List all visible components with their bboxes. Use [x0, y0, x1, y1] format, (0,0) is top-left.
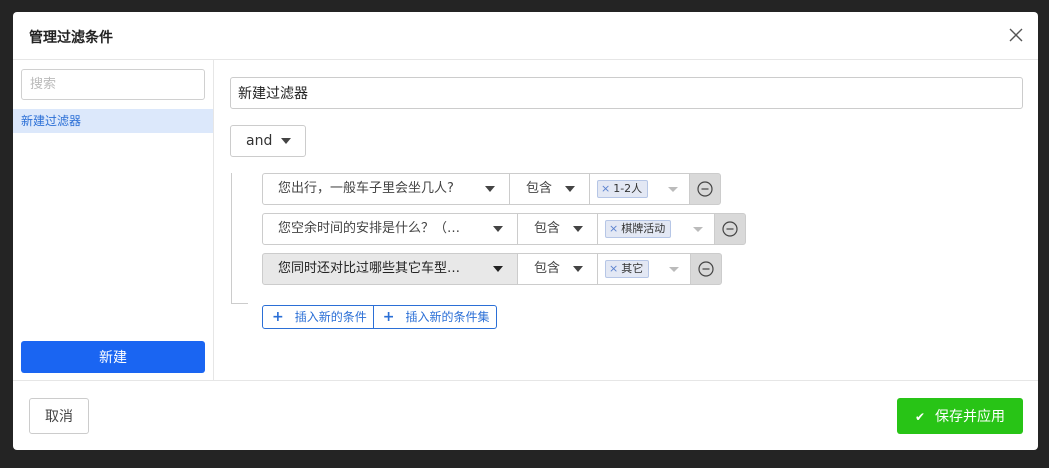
chevron-down-icon	[669, 267, 679, 272]
remove-condition-button[interactable]	[690, 253, 722, 285]
insert-condition-label: 插入新的条件	[294, 310, 367, 324]
condition-operator-select[interactable]: 包含	[518, 253, 598, 285]
save-and-apply-label: 保存并应用	[935, 409, 1006, 425]
condition-operator-value: 包含	[534, 261, 561, 276]
remove-condition-button[interactable]	[714, 213, 746, 245]
value-tag[interactable]: × 1-2人	[597, 180, 649, 198]
condition-field-select[interactable]: 您同时还对比过哪些其它车型…	[262, 253, 518, 285]
value-tag[interactable]: × 棋牌活动	[605, 220, 672, 238]
logic-operator-value: and	[246, 133, 273, 149]
minus-circle-icon	[697, 181, 713, 197]
condition-field-select[interactable]: 您出行，一般车子里会坐几人?	[262, 173, 510, 205]
close-icon[interactable]	[1008, 27, 1024, 43]
filter-editor: and 您出行，一般车子里会坐几人? 包含 ×1-2人	[215, 60, 1038, 380]
insert-condition-button[interactable]: + 插入新的条件	[263, 306, 373, 328]
condition-operator-value: 包含	[534, 221, 561, 236]
dialog-title: 管理过滤条件	[29, 30, 113, 46]
chevron-down-icon	[573, 226, 583, 232]
chevron-down-icon	[693, 227, 703, 232]
chevron-down-icon	[493, 226, 503, 232]
tag-remove-icon[interactable]: ×	[601, 182, 610, 195]
chevron-down-icon	[485, 186, 495, 192]
minus-circle-icon	[722, 221, 738, 237]
condition-operator-value: 包含	[526, 181, 553, 196]
value-tag-label: 棋牌活动	[621, 222, 666, 235]
minus-circle-icon	[698, 261, 714, 277]
plus-icon: +	[382, 309, 395, 325]
chevron-down-icon	[493, 266, 503, 272]
value-tag-label: 其它	[621, 262, 644, 275]
condition-field-value: 您同时还对比过哪些其它车型…	[278, 261, 461, 276]
insert-condition-set-label: 插入新的条件集	[405, 310, 490, 324]
tag-remove-icon[interactable]: ×	[609, 222, 618, 235]
filter-list-item[interactable]: 新建过滤器	[13, 109, 213, 133]
cancel-button[interactable]: 取消	[29, 398, 89, 434]
chevron-down-icon	[281, 138, 291, 144]
condition-operator-select[interactable]: 包含	[518, 213, 598, 245]
dialog-footer: 取消 ✔ 保存并应用	[13, 382, 1038, 450]
condition-operator-select[interactable]: 包含	[510, 173, 590, 205]
filter-sidebar: 新建过滤器 新建	[13, 60, 214, 380]
tag-remove-icon[interactable]: ×	[609, 262, 618, 275]
insert-condition-set-button[interactable]: + 插入新的条件集	[372, 306, 496, 328]
chevron-down-icon	[668, 187, 678, 192]
logic-operator-select[interactable]: and	[230, 125, 306, 157]
plus-icon: +	[272, 309, 284, 325]
search-input[interactable]	[21, 69, 205, 100]
filter-manager-dialog: 管理过滤条件 新建过滤器 新建 and 您出行，一般车子里会坐几人?	[13, 12, 1038, 450]
chevron-down-icon	[565, 186, 575, 192]
condition-value-select[interactable]: × 其它	[598, 253, 691, 285]
dialog-body: 新建过滤器 新建 and 您出行，一般车子里会坐几人? 包含	[13, 60, 1038, 381]
check-icon: ✔	[914, 410, 926, 424]
new-filter-button[interactable]: 新建	[21, 341, 205, 373]
condition-value-select[interactable]: × 1-2人	[590, 173, 690, 205]
condition-field-value: 您空余时间的安排是什么？（…	[278, 221, 461, 236]
condition-tree-connector	[231, 173, 248, 304]
value-tag-label: 1-2人	[613, 182, 643, 195]
insert-button-group: + 插入新的条件 + 插入新的条件集	[262, 305, 497, 329]
condition-field-select[interactable]: 您空余时间的安排是什么？（…	[262, 213, 518, 245]
remove-condition-button[interactable]	[689, 173, 721, 205]
condition-value-select[interactable]: × 棋牌活动	[598, 213, 715, 245]
chevron-down-icon	[573, 266, 583, 272]
save-and-apply-button[interactable]: ✔ 保存并应用	[897, 398, 1023, 434]
filter-name-input[interactable]	[230, 77, 1023, 109]
value-tag[interactable]: × 其它	[605, 260, 650, 278]
condition-field-value: 您出行，一般车子里会坐几人?	[278, 181, 454, 196]
dialog-header: 管理过滤条件	[13, 12, 1038, 60]
